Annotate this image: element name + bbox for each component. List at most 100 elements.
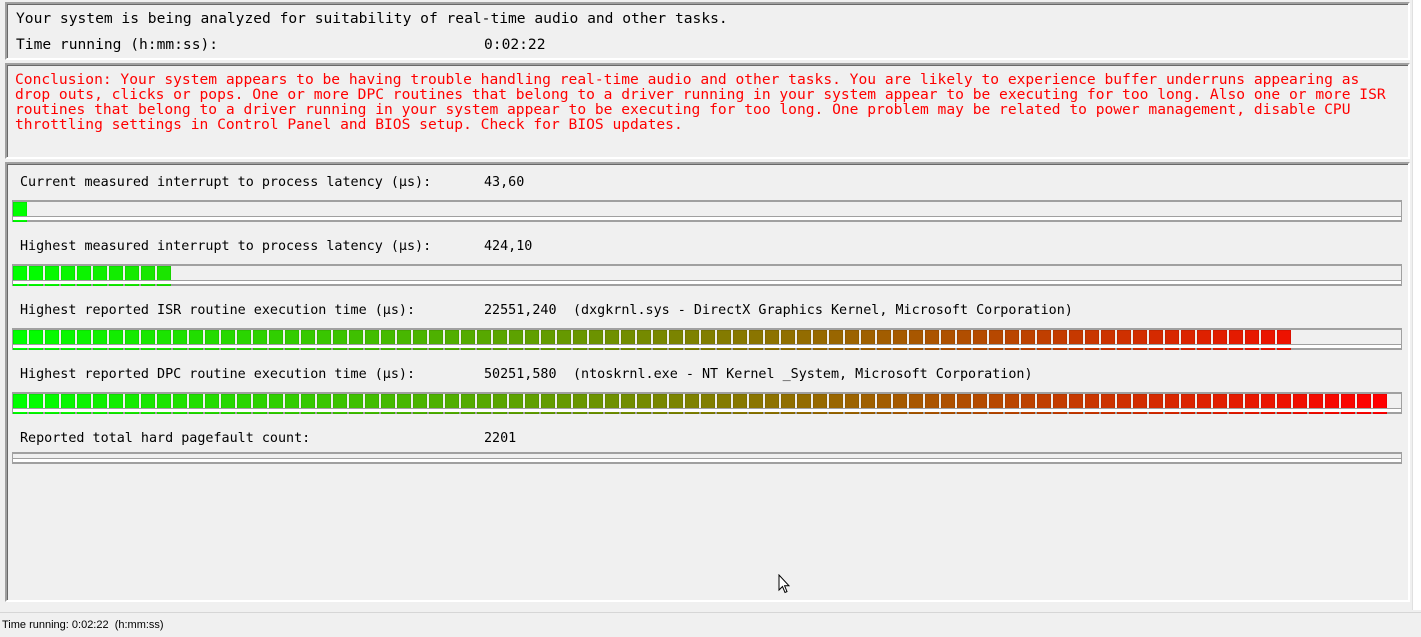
bar-segment <box>765 394 779 414</box>
bar-segment <box>509 394 523 414</box>
bar-segment <box>365 394 379 414</box>
bar-segment <box>605 394 619 414</box>
bar-segment <box>253 330 267 350</box>
bar-segment <box>381 330 395 350</box>
bar-segment <box>333 330 347 350</box>
bar-segment <box>701 394 715 414</box>
isr-progress-bar <box>12 328 1402 350</box>
bar-segment <box>397 394 411 414</box>
bar-segment <box>509 330 523 350</box>
bar-segment <box>141 330 155 350</box>
bar-segment <box>573 330 587 350</box>
bar-segment <box>941 394 955 414</box>
bar-segment <box>749 330 763 350</box>
bar-fill <box>13 330 1293 350</box>
bar-segment <box>61 266 75 286</box>
latency-progress-bar <box>12 264 1402 286</box>
bar-fill <box>13 266 173 286</box>
bar-segment <box>1149 330 1163 350</box>
bar-segment <box>749 394 763 414</box>
bar-segment <box>205 330 219 350</box>
bar-segment <box>45 266 59 286</box>
analysis-status-text: Your system is being analyzed for suitab… <box>16 10 728 27</box>
metric-detail: (dxgkrnl.sys - DirectX Graphics Kernel, … <box>573 303 1073 318</box>
bar-segment <box>957 330 971 350</box>
bar-segment <box>861 394 875 414</box>
bar-segment <box>45 330 59 350</box>
bar-segment <box>1101 330 1115 350</box>
bar-segment <box>669 394 683 414</box>
bar-segment <box>93 394 107 414</box>
bar-segment <box>909 330 923 350</box>
bar-segment <box>1229 394 1243 414</box>
bar-segment <box>637 394 651 414</box>
bar-segment <box>973 330 987 350</box>
bar-segment <box>157 266 171 286</box>
conclusion-text: Conclusion: Your system appears to be ha… <box>15 71 1386 133</box>
bar-segment <box>669 330 683 350</box>
bar-segment <box>125 266 139 286</box>
bar-segment <box>317 394 331 414</box>
bar-segment <box>845 394 859 414</box>
bar-segment <box>1181 330 1195 350</box>
bar-segment <box>685 394 699 414</box>
bar-segment <box>301 330 315 350</box>
bar-segment <box>1213 394 1227 414</box>
header-panel: Your system is being analyzed for suitab… <box>5 2 1410 60</box>
bar-segment <box>397 330 411 350</box>
bar-segment <box>1133 394 1147 414</box>
bar-segment <box>349 330 363 350</box>
bar-segment <box>1277 394 1291 414</box>
bar-segment <box>781 394 795 414</box>
bar-segment <box>253 394 267 414</box>
bar-segment <box>93 266 107 286</box>
bar-segment <box>1165 330 1179 350</box>
bar-segment <box>893 330 907 350</box>
bar-segment <box>621 330 635 350</box>
bar-segment <box>157 394 171 414</box>
bar-segment <box>477 394 491 414</box>
metric-value: 22551,240 <box>484 303 557 318</box>
bar-segment <box>909 394 923 414</box>
bar-segment <box>701 330 715 350</box>
bar-segment <box>205 394 219 414</box>
latency-progress-bar <box>12 200 1402 222</box>
bar-segment <box>557 394 571 414</box>
bar-segment <box>541 394 555 414</box>
bar-segment <box>1325 394 1339 414</box>
bar-segment <box>941 330 955 350</box>
bar-segment <box>829 330 843 350</box>
bar-segment <box>573 394 587 414</box>
pagefault-progress-bar <box>12 452 1402 464</box>
bar-segment <box>653 330 667 350</box>
bar-segment <box>797 394 811 414</box>
bar-segment <box>29 330 43 350</box>
bar-segment <box>653 394 667 414</box>
bar-segment <box>1117 330 1131 350</box>
bar-fill <box>13 394 1389 414</box>
dpc-progress-bar <box>12 392 1402 414</box>
bar-segment <box>269 330 283 350</box>
bar-segment <box>733 330 747 350</box>
bar-segment <box>717 394 731 414</box>
bar-segment <box>445 394 459 414</box>
bar-segment <box>717 330 731 350</box>
bar-segment <box>1021 330 1035 350</box>
bar-segment <box>1085 330 1099 350</box>
bar-segment <box>413 330 427 350</box>
mouse-cursor-icon <box>778 574 790 594</box>
bar-segment <box>13 394 27 414</box>
bar-segment <box>813 394 827 414</box>
bar-segment <box>285 330 299 350</box>
bar-segment <box>973 394 987 414</box>
bar-segment <box>461 330 475 350</box>
metric-detail: (ntoskrnl.exe - NT Kernel _System, Micro… <box>573 367 1033 382</box>
bar-segment <box>989 394 1003 414</box>
bar-segment <box>1069 394 1083 414</box>
bar-segment <box>989 330 1003 350</box>
bar-segment <box>1261 330 1275 350</box>
time-running-value: 0:02:22 <box>484 36 546 53</box>
bar-segment <box>1309 394 1323 414</box>
bar-segment <box>1005 330 1019 350</box>
bar-segment <box>861 330 875 350</box>
